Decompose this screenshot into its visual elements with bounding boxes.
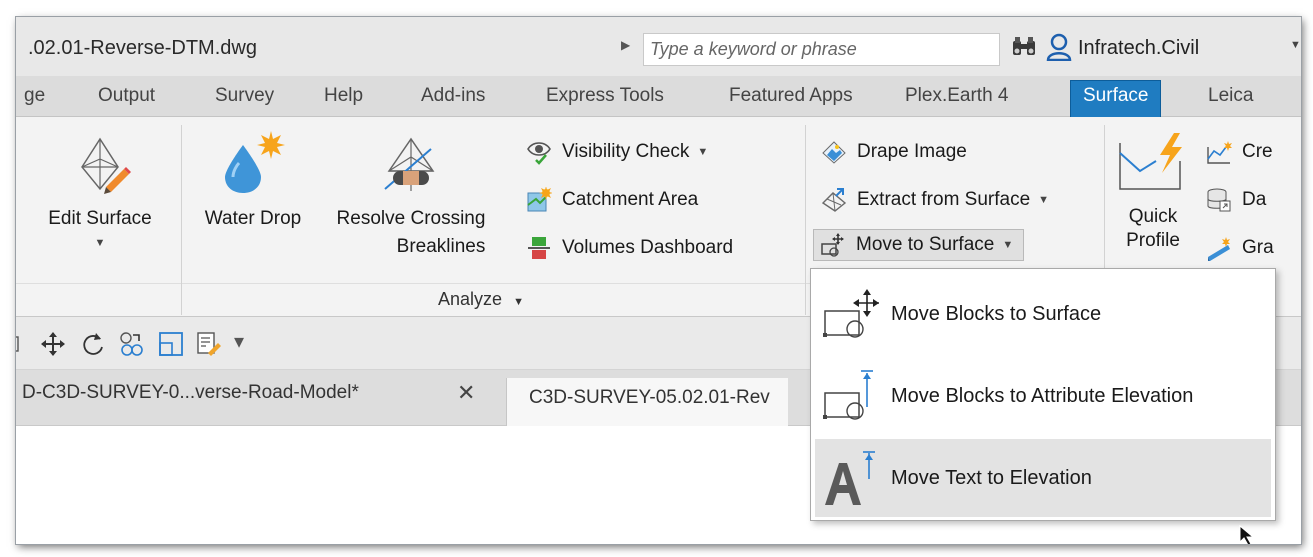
extract-from-surface-label: Extract from Surface bbox=[857, 189, 1031, 210]
scale-icon[interactable] bbox=[158, 331, 184, 357]
mouse-cursor-icon bbox=[1239, 524, 1255, 544]
search-input[interactable] bbox=[644, 34, 999, 65]
edit-properties-icon[interactable] bbox=[196, 331, 222, 357]
grade-icon bbox=[1208, 237, 1230, 261]
ribbon-separator bbox=[181, 125, 182, 315]
catchment-area-button[interactable]: Catchment Area bbox=[526, 187, 698, 213]
partial-tool-icon[interactable] bbox=[16, 331, 36, 357]
rotate-icon[interactable] bbox=[80, 331, 106, 357]
move-to-surface-label: Move to Surface bbox=[856, 234, 995, 255]
ribbon-group-footer-divider bbox=[16, 283, 811, 284]
extract-from-surface-icon bbox=[821, 188, 847, 212]
create-label-partial: Cre bbox=[1242, 141, 1273, 162]
volumes-dashboard-button[interactable]: Volumes Dashboard bbox=[526, 235, 733, 261]
drape-image-icon bbox=[822, 141, 846, 164]
move-icon[interactable] bbox=[40, 331, 66, 357]
chevron-down-icon: ▼ bbox=[513, 296, 524, 308]
extract-from-surface-dropdown-icon[interactable]: ▼ bbox=[1038, 194, 1049, 206]
document-tab-road-model[interactable]: D-C3D-SURVEY-0...verse-Road-Model* bbox=[22, 382, 359, 404]
quick-profile-label-line2: Profile bbox=[1126, 230, 1180, 251]
binoculars-icon[interactable] bbox=[1011, 35, 1037, 59]
move-to-surface-icon bbox=[821, 233, 844, 257]
tab-add-ins[interactable]: Add-ins bbox=[421, 85, 485, 107]
catchment-area-icon bbox=[527, 187, 552, 212]
data-button-partial[interactable]: Da bbox=[1206, 187, 1266, 213]
tab-survey[interactable]: Survey bbox=[215, 85, 274, 107]
data-label-partial: Da bbox=[1242, 189, 1267, 210]
quick-profile-label-line1: Quick bbox=[1128, 206, 1178, 227]
resolve-crossing-breaklines-icon bbox=[384, 137, 435, 191]
drape-image-button[interactable]: Drape Image bbox=[821, 139, 967, 165]
water-drop-icon bbox=[225, 131, 285, 193]
visibility-check-dropdown-icon[interactable]: ▼ bbox=[697, 146, 708, 158]
visibility-check-label: Visibility Check bbox=[562, 141, 690, 162]
move-to-surface-dropdown-icon[interactable]: ▼ bbox=[1002, 239, 1013, 251]
search-box[interactable] bbox=[643, 33, 1000, 66]
tab-output[interactable]: Output bbox=[98, 85, 155, 107]
tab-featured-apps[interactable]: Featured Apps bbox=[729, 85, 853, 107]
application-window: .02.01-Reverse-DTM.dwg ▶ Infratech.Civil… bbox=[16, 17, 1301, 544]
tab-plex-earth[interactable]: Plex.Earth 4 bbox=[905, 85, 1009, 107]
tab-manage[interactable]: ge bbox=[24, 85, 45, 107]
user-name[interactable]: Infratech.Civil bbox=[1078, 37, 1199, 60]
menu-item-move-text-to-elevation[interactable]: Move Text to Elevation bbox=[815, 439, 1271, 517]
water-drop-button[interactable]: Water Drop bbox=[192, 131, 314, 231]
create-chart-icon bbox=[1207, 141, 1232, 164]
title-bar: .02.01-Reverse-DTM.dwg ▶ Infratech.Civil… bbox=[16, 17, 1301, 76]
edit-surface-icon bbox=[81, 137, 131, 194]
chevron-down-icon[interactable]: ▼ bbox=[1290, 39, 1301, 51]
resolve-crossing-label-line2: Breaklines bbox=[396, 236, 486, 257]
database-icon bbox=[1207, 188, 1231, 212]
grade-label-partial: Gra bbox=[1242, 237, 1274, 258]
search-expand-icon[interactable]: ▶ bbox=[621, 38, 630, 52]
tab-leica[interactable]: Leica bbox=[1208, 85, 1253, 107]
move-to-surface-button[interactable]: Move to Surface ▼ bbox=[813, 229, 1025, 261]
eye-check-icon bbox=[527, 142, 551, 165]
water-drop-label: Water Drop bbox=[204, 208, 302, 229]
visibility-check-button[interactable]: Visibility Check ▼ bbox=[526, 139, 708, 165]
menu-item-move-blocks-to-surface[interactable]: Move Blocks to Surface bbox=[815, 275, 1271, 353]
ribbon-separator bbox=[805, 125, 806, 315]
resolve-crossing-label-line1: Resolve Crossing bbox=[336, 208, 486, 229]
menu-item-label: Move Blocks to Surface bbox=[891, 302, 1102, 325]
tab-help[interactable]: Help bbox=[324, 85, 363, 107]
tab-express-tools[interactable]: Express Tools bbox=[546, 85, 664, 107]
menu-item-label: Move Blocks to Attribute Elevation bbox=[891, 384, 1194, 407]
quick-profile-icon bbox=[1119, 133, 1182, 190]
customize-toolbar-icon[interactable]: ▾ bbox=[234, 329, 244, 354]
volumes-dashboard-label: Volumes Dashboard bbox=[562, 237, 734, 258]
user-icon[interactable] bbox=[1046, 33, 1072, 61]
edit-surface-button[interactable]: Edit Surface ▼ bbox=[30, 131, 170, 255]
copy-objects-icon[interactable] bbox=[118, 331, 144, 357]
move-blocks-to-attribute-elevation-icon bbox=[823, 370, 873, 420]
extract-from-surface-button[interactable]: Extract from Surface ▼ bbox=[821, 187, 1049, 213]
move-text-to-elevation-icon bbox=[825, 451, 875, 505]
menu-item-move-blocks-to-attribute-elevation[interactable]: Move Blocks to Attribute Elevation bbox=[815, 357, 1271, 435]
quick-profile-button[interactable]: Quick Profile bbox=[1112, 131, 1194, 253]
volumes-dashboard-icon bbox=[528, 237, 550, 259]
menu-item-label: Move Text to Elevation bbox=[891, 466, 1092, 489]
document-tab-reverse-dtm[interactable]: C3D-SURVEY-05.02.01-Rev bbox=[506, 378, 788, 426]
edit-surface-label: Edit Surface bbox=[48, 208, 152, 229]
edit-surface-dropdown-icon[interactable]: ▼ bbox=[30, 231, 170, 255]
move-blocks-to-surface-icon bbox=[823, 289, 879, 338]
resolve-crossing-breaklines-button[interactable]: Resolve Crossing Breaklines bbox=[321, 131, 501, 259]
ribbon-tab-bar: ge Output Survey Help Add-ins Express To… bbox=[16, 76, 1301, 117]
move-to-surface-dropdown-menu: Move Blocks to Surface Move Blocks to At… bbox=[810, 268, 1276, 521]
drape-image-label: Drape Image bbox=[857, 141, 967, 162]
analyze-group-text: Analyze bbox=[438, 289, 503, 309]
close-icon[interactable]: ✕ bbox=[457, 380, 475, 406]
catchment-area-label: Catchment Area bbox=[562, 189, 699, 210]
tab-surface[interactable]: Surface bbox=[1070, 80, 1162, 117]
document-title: .02.01-Reverse-DTM.dwg bbox=[28, 37, 257, 59]
create-button-partial[interactable]: Cre bbox=[1206, 139, 1273, 165]
analyze-group-label[interactable]: Analyze ▼ bbox=[438, 289, 524, 310]
grade-button-partial[interactable]: Gra bbox=[1206, 235, 1274, 261]
